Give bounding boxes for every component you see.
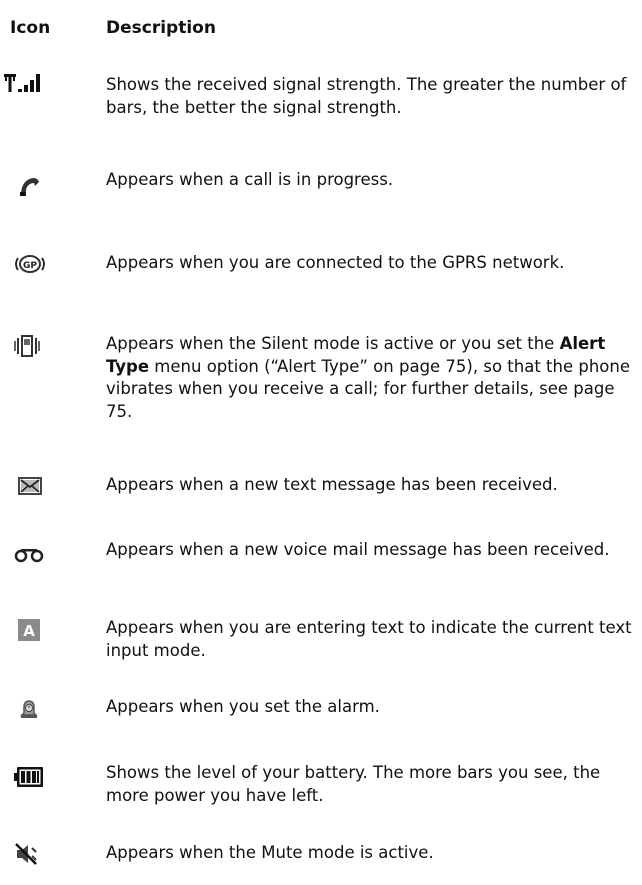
- signal-strength-icon: [4, 74, 50, 100]
- vibrate-icon: [14, 333, 40, 359]
- description-column-header: Description: [106, 18, 216, 38]
- gprs-icon: GP: [14, 254, 46, 274]
- alarm-icon: [18, 698, 40, 720]
- call-in-progress-icon: [18, 177, 40, 197]
- row-description: Appears when a new text message has been…: [106, 475, 558, 494]
- row-description: Appears when you are connected to the GP…: [106, 253, 565, 272]
- row-description: Appears when a call is in progress.: [106, 170, 394, 189]
- text-message-icon: [18, 476, 42, 496]
- text-input-mode-icon: A: [18, 619, 40, 641]
- row-description: Appears when a new voice mail message ha…: [106, 540, 610, 559]
- voice-mail-icon: [14, 547, 44, 563]
- gprs-icon-label: GP: [23, 261, 37, 271]
- battery-icon: [14, 766, 44, 788]
- row-description: Appears when you are entering text to in…: [106, 618, 632, 660]
- row-description: Shows the received signal strength. The …: [106, 75, 627, 117]
- row-description: Appears when you set the alarm.: [106, 697, 380, 716]
- icon-column-header: Icon: [10, 18, 51, 38]
- row-description: Shows the level of your battery. The mor…: [106, 763, 601, 805]
- text-input-mode-label: A: [23, 622, 35, 640]
- row-description: Appears when the Mute mode is active.: [106, 843, 434, 862]
- desc-part: menu option (“Alert Type” on page 75), s…: [106, 356, 631, 421]
- desc-part: Appears when the Silent mode is active o…: [106, 334, 560, 353]
- row-description: Appears when the Silent mode is active o…: [106, 333, 642, 423]
- mute-icon: [14, 842, 40, 866]
